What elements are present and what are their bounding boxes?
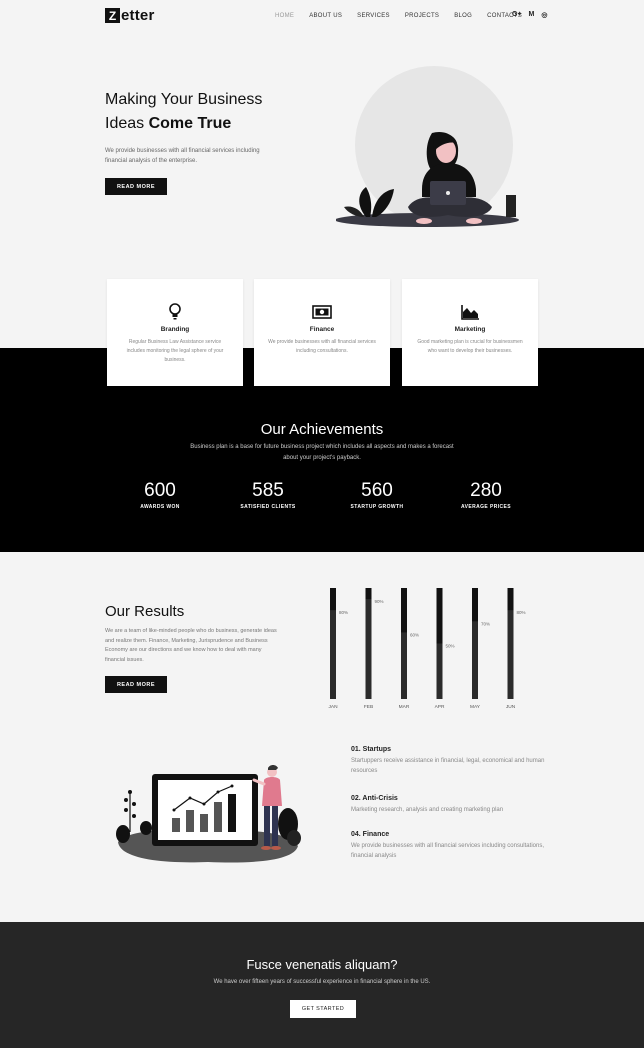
service-card-text: Good marketing plan is crucial for busin… bbox=[417, 339, 523, 354]
results-title: Our Results bbox=[105, 603, 185, 620]
results-read-more-button[interactable]: READ MORE bbox=[105, 676, 167, 693]
banknote-icon bbox=[312, 305, 332, 319]
hero-read-more-button[interactable]: READ MORE bbox=[105, 178, 167, 195]
bar-value-label: 70% bbox=[481, 621, 490, 626]
feature-finance: 04. Finance We provide businesses with a… bbox=[351, 831, 551, 861]
stat-number: 560 bbox=[361, 480, 393, 501]
logo-mark: Z bbox=[105, 8, 120, 23]
stat-label: STARTUP GROWTH bbox=[350, 504, 404, 510]
logo[interactable]: Z etter bbox=[105, 7, 155, 24]
service-card-text: We provide businesses with all financial… bbox=[268, 339, 376, 354]
stat-label: AVERAGE PRICES bbox=[461, 504, 511, 510]
bar-apr bbox=[436, 643, 443, 699]
service-card-text: Regular Business Law Assistance service … bbox=[126, 339, 224, 363]
bar-value-label: 80% bbox=[517, 610, 526, 615]
hero-illustration bbox=[336, 131, 519, 227]
nav-about-us[interactable]: ABOUT US bbox=[309, 13, 342, 19]
stat-startup-growth: 560 STARTUP GROWTH bbox=[322, 480, 432, 510]
feature-text: Marketing research, analysis and creatin… bbox=[351, 807, 504, 813]
x-tick-label: FEB bbox=[364, 704, 373, 710]
stat-number: 280 bbox=[470, 480, 502, 501]
area-chart-icon bbox=[461, 305, 479, 320]
stat-average-prices: 280 AVERAGE PRICES bbox=[431, 480, 541, 510]
service-card-title: Branding bbox=[160, 326, 190, 333]
achievements-subtitle: Business plan is a base for future busin… bbox=[190, 444, 454, 461]
x-tick-label: MAY bbox=[470, 704, 481, 710]
cta-title: Fusce venenatis aliquam? bbox=[246, 957, 398, 972]
stat-number: 600 bbox=[144, 480, 176, 501]
hero-title: Making Your Business Ideas Come True bbox=[105, 88, 262, 136]
hero-description: We provide businesses with all financial… bbox=[105, 148, 260, 164]
service-card-title: Marketing bbox=[454, 326, 486, 333]
hero-title-line2: Ideas Come True bbox=[105, 112, 262, 136]
social-links: G+ M ◎ bbox=[512, 11, 548, 19]
bar-value-label: 60% bbox=[410, 632, 419, 637]
service-card-marketing[interactable]: Marketing Good marketing plan is crucial… bbox=[402, 279, 538, 386]
dribbble-icon[interactable]: ◎ bbox=[541, 11, 547, 19]
bar-value-label: 50% bbox=[446, 644, 455, 649]
service-card-finance[interactable]: Finance We provide businesses with all f… bbox=[254, 279, 390, 386]
bar-jun bbox=[507, 610, 514, 699]
hero-title-line2-b: Come True bbox=[148, 115, 232, 132]
x-tick-label: JAN bbox=[328, 704, 338, 710]
cta-section bbox=[0, 922, 644, 1048]
cta-subtitle: We have over fifteen years of successful… bbox=[213, 979, 431, 985]
nav-projects[interactable]: PROJECTS bbox=[405, 13, 439, 19]
stat-satisfied-clients: 585 SATISFIED CLIENTS bbox=[213, 480, 323, 510]
service-card-branding[interactable]: Branding Regular Business Law Assistance… bbox=[107, 279, 243, 386]
x-tick-label: JUN bbox=[506, 704, 516, 710]
bar-value-label: 80% bbox=[339, 610, 348, 615]
logo-text: etter bbox=[121, 7, 155, 24]
stat-awards-won: 600 AWARDS WON bbox=[105, 480, 215, 510]
x-tick-label: MAR bbox=[399, 704, 410, 710]
presentation-illustration bbox=[116, 765, 301, 863]
feature-text: We provide businesses with all financial… bbox=[351, 843, 544, 859]
bar-feb bbox=[365, 599, 372, 699]
service-card-title: Finance bbox=[309, 326, 335, 333]
feature-text: Startuppers receive assistance in financ… bbox=[351, 758, 545, 774]
bar-mar bbox=[401, 632, 407, 699]
stat-number: 585 bbox=[252, 480, 284, 501]
main-menu: HOME ABOUT US SERVICES PROJECTS BLOG CON… bbox=[275, 13, 537, 19]
feature-title: 04. Finance bbox=[351, 831, 390, 838]
results-bar-chart: 80% JAN 90% FEB 60% MAR 50% APR 70% MAY 80% JUN bbox=[328, 588, 526, 710]
bar-may bbox=[472, 621, 478, 699]
nav-blog[interactable]: BLOG bbox=[454, 13, 472, 19]
feature-anti-crisis: 02. Anti-Crisis Marketing research, anal… bbox=[351, 795, 551, 815]
results-text: We are a team of like-minded people who … bbox=[105, 628, 277, 663]
achievements-title: Our Achievements bbox=[260, 421, 384, 438]
medium-icon[interactable]: M bbox=[529, 11, 535, 19]
feature-title: 02. Anti-Crisis bbox=[351, 795, 398, 802]
get-started-button[interactable]: GET STARTED bbox=[290, 1000, 356, 1018]
stat-label: AWARDS WON bbox=[140, 504, 180, 510]
nav-home[interactable]: HOME bbox=[275, 13, 294, 19]
bar-jan bbox=[330, 610, 336, 699]
google-plus-icon[interactable]: G+ bbox=[512, 11, 522, 19]
lightbulb-icon bbox=[169, 303, 181, 320]
hero-title-line2-a: Ideas bbox=[105, 115, 149, 132]
stat-label: SATISFIED CLIENTS bbox=[240, 504, 296, 510]
x-tick-label: APR bbox=[435, 704, 445, 710]
nav-services[interactable]: SERVICES bbox=[357, 13, 390, 19]
top-nav: Z etter HOME ABOUT US SERVICES PROJECTS … bbox=[0, 0, 644, 34]
hero-title-line1: Making Your Business bbox=[105, 91, 263, 108]
feature-title: 01. Startups bbox=[351, 746, 392, 753]
feature-startups: 01. Startups Startuppers receive assista… bbox=[351, 746, 551, 776]
bar-value-label: 90% bbox=[375, 599, 384, 604]
